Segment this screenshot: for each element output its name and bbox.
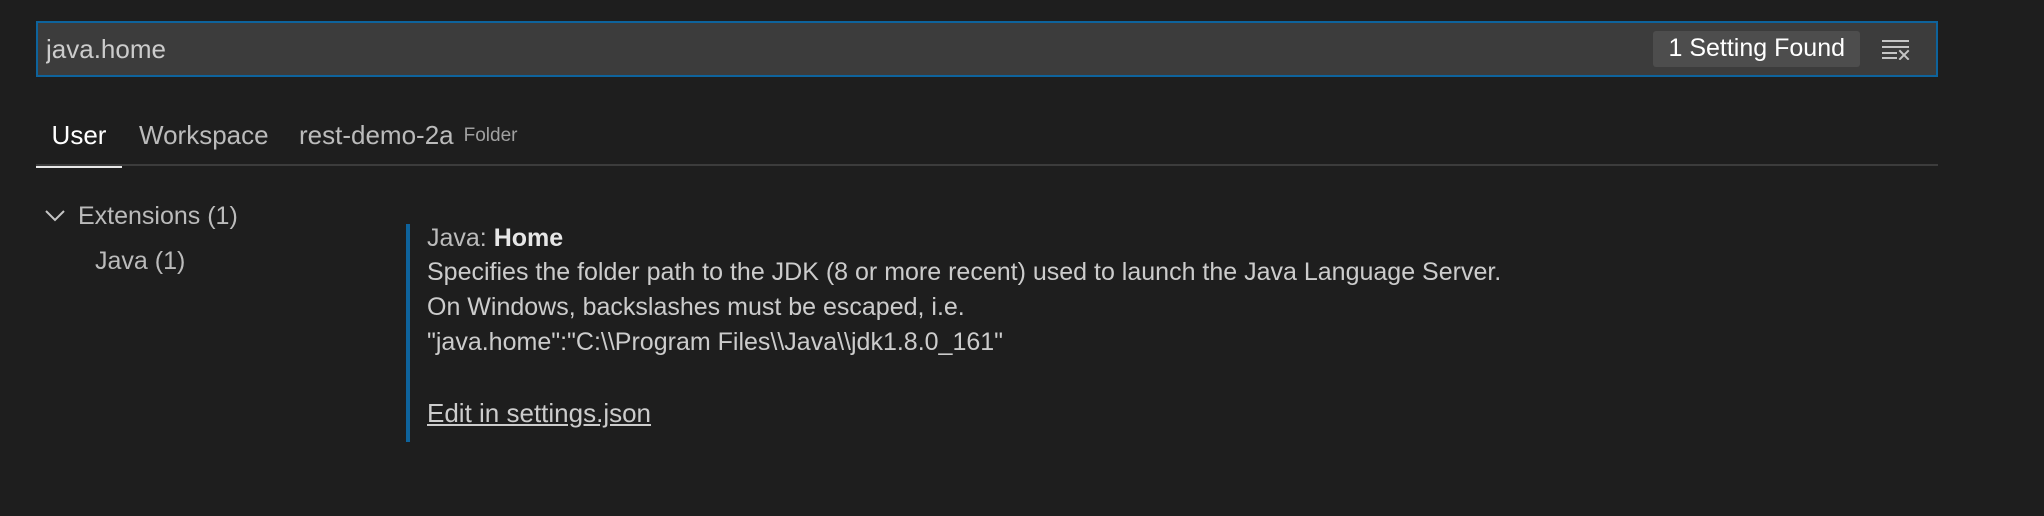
edit-in-settings-json-link[interactable]: Edit in settings.json: [427, 398, 651, 429]
setting-item-java-home: Java: Home Specifies the folder path to …: [406, 224, 1906, 442]
setting-title: Java: Home: [427, 224, 563, 253]
tab-user[interactable]: User: [36, 104, 122, 168]
search-input[interactable]: [38, 23, 1654, 75]
setting-description-line: On Windows, backslashes must be escaped,…: [427, 293, 965, 321]
search-bar: 1 Setting Found: [36, 21, 1938, 77]
toc-item-java[interactable]: Java (1): [95, 243, 185, 279]
setting-focus-border: [406, 224, 410, 442]
tab-folder[interactable]: rest-demo-2a Folder: [299, 104, 517, 166]
active-tab-indicator: [36, 166, 122, 168]
tab-user-label: User: [51, 119, 107, 150]
tab-folder-label: rest-demo-2a: [299, 119, 454, 150]
setting-description-line: "java.home":"C:\\Program Files\\Java\\jd…: [427, 328, 1004, 356]
clear-filter-icon: [1882, 40, 1910, 60]
tab-workspace[interactable]: Workspace: [139, 104, 269, 166]
setting-category: Java:: [427, 224, 494, 252]
toc-item-label: Java (1): [95, 246, 186, 275]
toc-group-extensions[interactable]: Extensions (1): [44, 198, 238, 234]
result-count-badge: 1 Setting Found: [1653, 31, 1860, 67]
settings-editor: 1 Setting Found User Workspace r: [0, 0, 2044, 516]
tab-folder-sublabel: Folder: [463, 125, 518, 146]
tab-workspace-label: Workspace: [139, 119, 269, 150]
toc-group-label: Extensions (1): [78, 201, 238, 230]
settings-scope-tabs: User Workspace rest-demo-2a Folder: [36, 104, 1938, 168]
setting-description-line: Specifies the folder path to the JDK (8 …: [427, 258, 1502, 286]
clear-search-button[interactable]: [1876, 29, 1916, 69]
setting-name: Home: [493, 224, 564, 252]
chevron-down-icon: [45, 210, 65, 222]
